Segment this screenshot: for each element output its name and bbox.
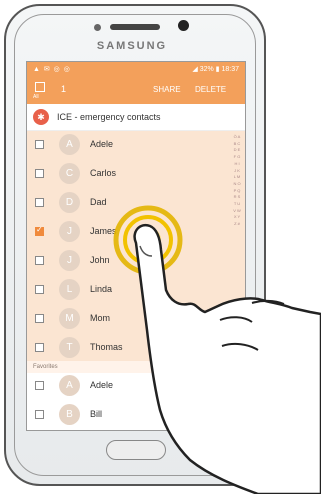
pointing-hand-icon — [113, 205, 321, 494]
